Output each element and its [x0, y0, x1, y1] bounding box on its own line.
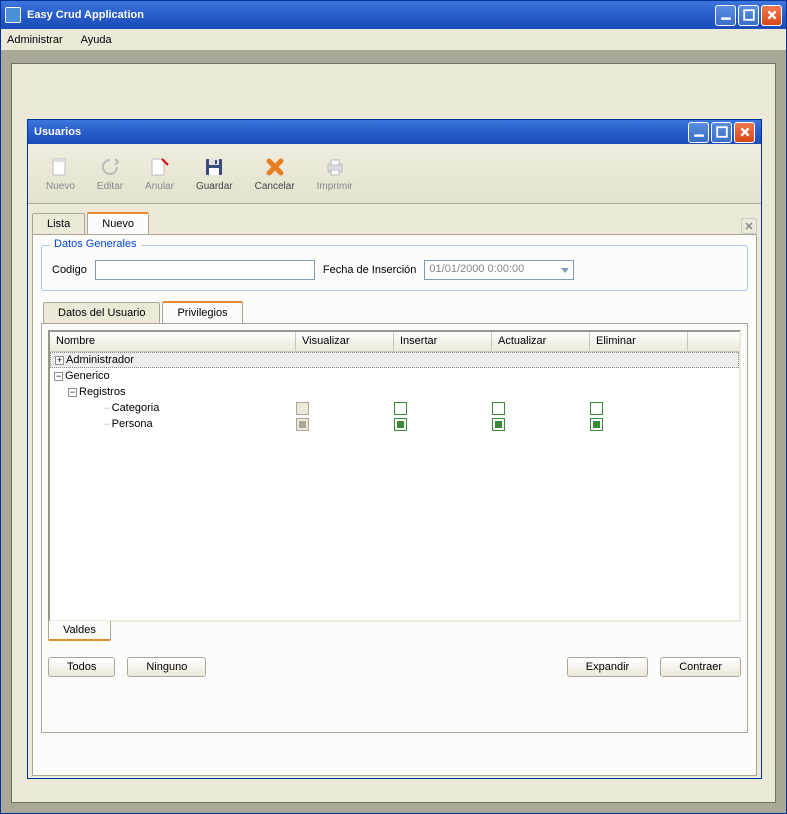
- imprimir-label: Imprimir: [317, 181, 353, 192]
- imprimir-button[interactable]: Imprimir: [311, 151, 359, 196]
- col-eliminar[interactable]: Eliminar: [590, 332, 688, 351]
- row-registros[interactable]: −Registros: [50, 384, 739, 400]
- row-persona[interactable]: ┈Persona: [50, 416, 739, 432]
- dialog-close-button[interactable]: [734, 122, 755, 143]
- nuevo-button[interactable]: Nuevo: [40, 151, 81, 196]
- spacer: [218, 657, 554, 677]
- checkbox-actualizar[interactable]: [492, 402, 505, 415]
- dialog-title: Usuarios: [34, 126, 688, 138]
- toolbar: Nuevo Editar Anular: [28, 144, 761, 204]
- dialog-minimize-button[interactable]: [688, 122, 709, 143]
- row-label: Administrador: [66, 354, 134, 366]
- tab-lista[interactable]: Lista: [32, 213, 85, 234]
- row-label: Persona: [112, 418, 153, 430]
- grid-body: +Administrador −Generico −Registros: [50, 352, 739, 432]
- menu-ayuda[interactable]: Ayuda: [81, 34, 112, 46]
- main-tabs: Lista Nuevo: [28, 208, 761, 234]
- tree-line-icon: ┈: [104, 402, 110, 415]
- ninguno-button[interactable]: Ninguno: [127, 657, 206, 677]
- col-visualizar[interactable]: Visualizar: [296, 332, 394, 351]
- cancelar-label: Cancelar: [255, 181, 295, 192]
- anular-label: Anular: [145, 181, 174, 192]
- tab-privilegios[interactable]: Privilegios: [162, 301, 242, 323]
- tab-nuevo[interactable]: Nuevo: [87, 212, 149, 234]
- app-icon: [5, 7, 21, 23]
- main-window: Easy Crud Application Administrar Ayuda …: [0, 0, 787, 814]
- dialog-window-buttons: [688, 122, 755, 143]
- footer-tab-valdes[interactable]: Valdes: [48, 621, 111, 641]
- inner-tabs: Datos del Usuario Privilegios: [41, 301, 748, 323]
- footer-tabs: Valdes: [48, 621, 741, 641]
- row-label: Generico: [65, 370, 110, 382]
- tab-close-button[interactable]: [741, 218, 757, 234]
- usuarios-dialog: Usuarios: [27, 119, 762, 779]
- tab-datos-usuario[interactable]: Datos del Usuario: [43, 302, 160, 323]
- refresh-icon: [98, 155, 122, 179]
- codigo-label: Codigo: [52, 264, 87, 276]
- checkbox-insertar[interactable]: [394, 402, 407, 415]
- row-generico[interactable]: −Generico: [50, 368, 739, 384]
- checkbox-eliminar[interactable]: [590, 418, 603, 431]
- app-title: Easy Crud Application: [27, 9, 715, 21]
- checkbox-visualizar[interactable]: [296, 402, 309, 415]
- datos-generales-legend: Datos Generales: [50, 238, 141, 250]
- guardar-label: Guardar: [196, 181, 233, 192]
- button-row: Todos Ninguno Expandir Contraer: [48, 657, 741, 677]
- main-titlebar: Easy Crud Application: [1, 1, 786, 29]
- datos-generales-fieldset: Datos Generales Codigo Fecha de Inserció…: [41, 245, 748, 291]
- grid-header: Nombre Visualizar Insertar Actualizar El…: [50, 332, 739, 352]
- todos-button[interactable]: Todos: [48, 657, 115, 677]
- col-actualizar[interactable]: Actualizar: [492, 332, 590, 351]
- checkbox-insertar[interactable]: [394, 418, 407, 431]
- tree-line-icon: ┈: [104, 418, 110, 431]
- row-categoria[interactable]: ┈Categoria: [50, 400, 739, 416]
- cancel-icon: [263, 155, 287, 179]
- minimize-button[interactable]: [715, 5, 736, 26]
- print-icon: [323, 155, 347, 179]
- new-icon: [48, 155, 72, 179]
- tab-panel-nuevo: Datos Generales Codigo Fecha de Inserció…: [32, 234, 757, 776]
- anular-icon: [147, 155, 171, 179]
- menu-administrar[interactable]: Administrar: [7, 34, 63, 46]
- row-label: Registros: [79, 386, 125, 398]
- row-label: Categoria: [112, 402, 160, 414]
- editar-button[interactable]: Editar: [91, 151, 129, 196]
- privileges-grid: Nombre Visualizar Insertar Actualizar El…: [48, 330, 741, 622]
- editar-label: Editar: [97, 181, 123, 192]
- anular-button[interactable]: Anular: [139, 151, 180, 196]
- col-insertar[interactable]: Insertar: [394, 332, 492, 351]
- privilegios-panel: Nombre Visualizar Insertar Actualizar El…: [41, 323, 748, 733]
- workspace: Usuarios: [11, 63, 776, 803]
- close-button[interactable]: [761, 5, 782, 26]
- contraer-button[interactable]: Contraer: [660, 657, 741, 677]
- cancelar-button[interactable]: Cancelar: [249, 151, 301, 196]
- checkbox-actualizar[interactable]: [492, 418, 505, 431]
- dialog-maximize-button[interactable]: [711, 122, 732, 143]
- menubar: Administrar Ayuda: [1, 29, 786, 51]
- col-nombre[interactable]: Nombre: [50, 332, 296, 351]
- expander-icon[interactable]: +: [55, 356, 64, 365]
- mdi-area: Usuarios: [1, 51, 786, 813]
- main-window-buttons: [715, 5, 782, 26]
- codigo-input[interactable]: [95, 260, 315, 280]
- nuevo-label: Nuevo: [46, 181, 75, 192]
- expandir-button[interactable]: Expandir: [567, 657, 648, 677]
- expander-icon[interactable]: −: [68, 388, 77, 397]
- expander-icon[interactable]: −: [54, 372, 63, 381]
- save-icon: [202, 155, 226, 179]
- dialog-titlebar: Usuarios: [28, 120, 761, 144]
- fecha-input[interactable]: 01/01/2000 0:00:00: [424, 260, 574, 280]
- guardar-button[interactable]: Guardar: [190, 151, 239, 196]
- checkbox-eliminar[interactable]: [590, 402, 603, 415]
- fecha-label: Fecha de Inserción: [323, 264, 417, 276]
- checkbox-visualizar[interactable]: [296, 418, 309, 431]
- maximize-button[interactable]: [738, 5, 759, 26]
- row-administrador[interactable]: +Administrador: [50, 352, 739, 368]
- general-row: Codigo Fecha de Inserción 01/01/2000 0:0…: [52, 260, 737, 280]
